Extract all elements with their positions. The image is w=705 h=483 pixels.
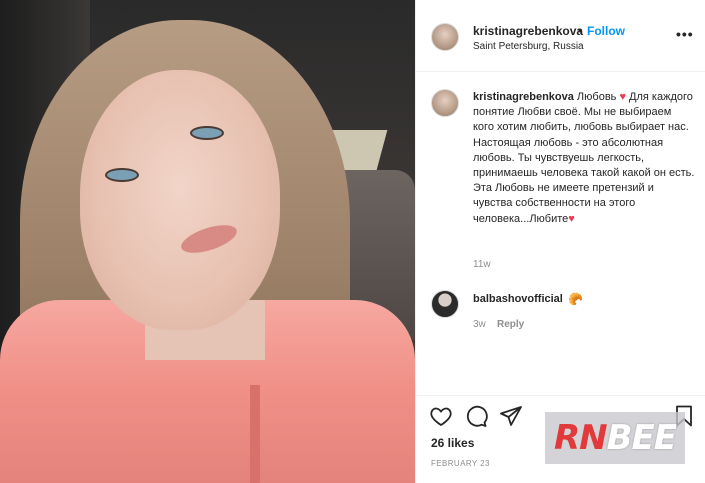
caption-text-body: Для каждого понятие Любви своё. Мы не вы…	[473, 91, 695, 225]
reply-button[interactable]: Reply	[497, 319, 524, 330]
post-location[interactable]: Saint Petersburg, Russia	[473, 41, 584, 52]
post-photo[interactable]	[0, 0, 415, 483]
more-options-icon[interactable]: •••	[676, 26, 694, 42]
author-username[interactable]: kristinagrebenkova	[473, 24, 583, 38]
comment-timestamp[interactable]: 3w	[473, 319, 486, 330]
caption-author-avatar[interactable]	[431, 89, 459, 117]
paper-plane-icon[interactable]	[499, 404, 523, 428]
separator-dot: •	[578, 24, 583, 38]
post-header: kristinagrebenkova • Follow Saint Peters…	[416, 0, 705, 72]
jacket-zipper	[250, 385, 260, 483]
caption-timestamp[interactable]: 11w	[473, 259, 491, 270]
caption-text: kristinagrebenkova Любовь ♥ Для каждого …	[473, 90, 695, 227]
follow-button[interactable]: Follow	[587, 24, 625, 38]
caption-username[interactable]: kristinagrebenkova	[473, 91, 574, 103]
watermark-rn: RN	[553, 418, 608, 458]
rnbee-watermark: RN BEE	[545, 412, 685, 464]
author-avatar[interactable]	[431, 23, 459, 51]
commenter-username[interactable]: balbashovofficial	[473, 293, 563, 305]
comment-bubble-icon[interactable]	[464, 404, 488, 428]
post-side-panel: kristinagrebenkova • Follow Saint Peters…	[415, 0, 705, 483]
commenter-avatar[interactable]	[431, 290, 459, 318]
watermark-bee: BEE	[606, 418, 677, 458]
post-date[interactable]: FEBRUARY 23	[431, 459, 490, 468]
red-heart-emoji-end: ♥	[568, 212, 575, 225]
right-eye	[190, 126, 224, 140]
like-count[interactable]: 26 likes	[431, 436, 474, 450]
left-eye	[105, 168, 139, 182]
croissant-emoji: 🥐	[568, 292, 583, 306]
caption-text-start: Любовь	[573, 91, 620, 103]
heart-outline-icon[interactable]	[429, 404, 453, 428]
face	[80, 70, 280, 330]
